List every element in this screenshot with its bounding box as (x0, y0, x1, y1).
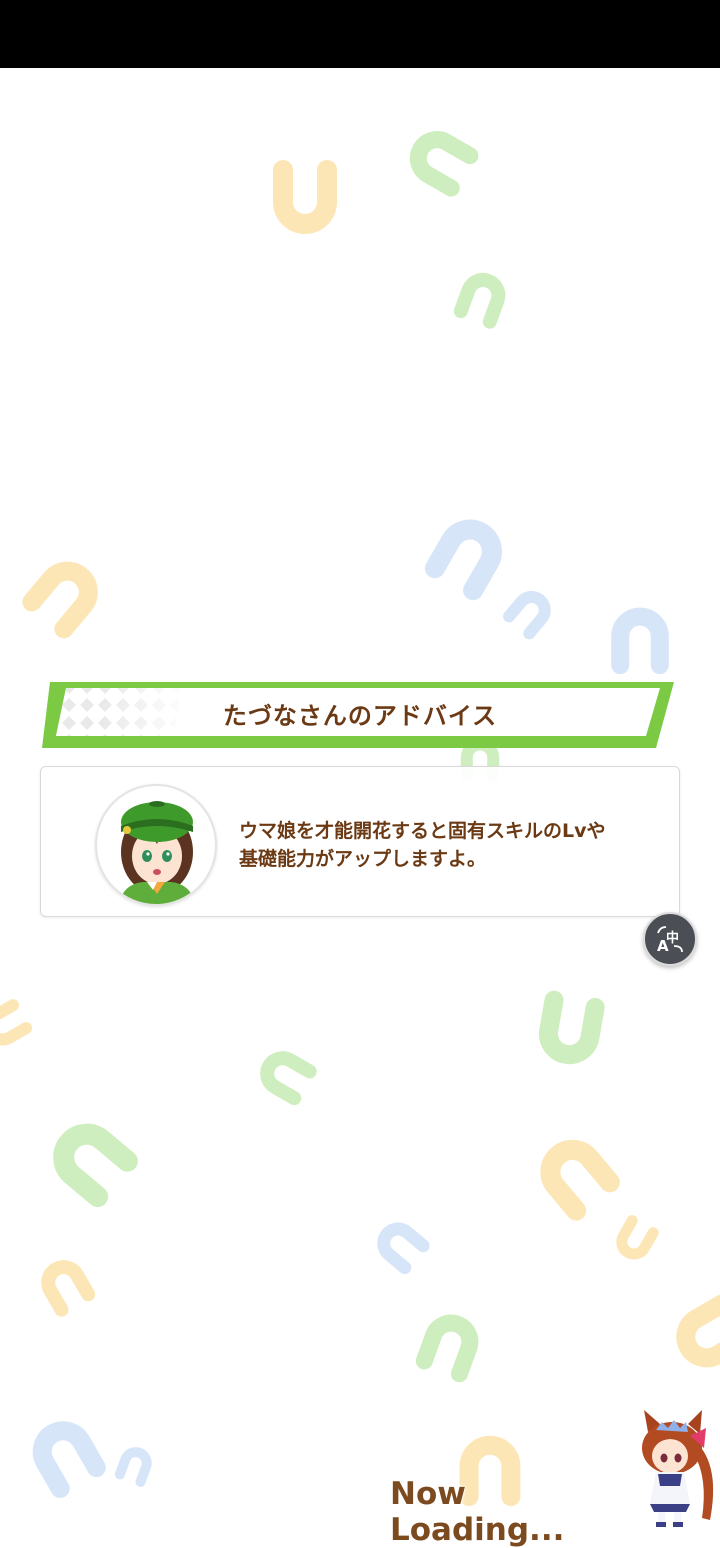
tip-message-line: ウマ娘を才能開花すると固有スキルのLvや (239, 820, 606, 842)
status-bar (0, 0, 720, 68)
tip-title: たづなさんのアドバイス (222, 702, 498, 730)
tip-header: たづなさんのアドバイス (42, 678, 678, 752)
svg-text:中: 中 (666, 930, 679, 946)
loading-text: Now Loading... (390, 1476, 565, 1548)
tip-message: ウマ娘を才能開花すると固有スキルのLvや 基礎能力がアップしますよ。 (239, 817, 659, 873)
tip-message-line: 基礎能力がアップしますよ。 (239, 848, 487, 870)
tip-card: ウマ娘を才能開花すると固有スキルのLvや 基礎能力がアップしますよ。 (40, 766, 680, 917)
translate-icon: A 中 (657, 926, 683, 954)
chibi-character-icon (642, 1410, 714, 1527)
translate-button[interactable]: A 中 (643, 912, 697, 966)
character-portrait-icon (95, 784, 217, 906)
